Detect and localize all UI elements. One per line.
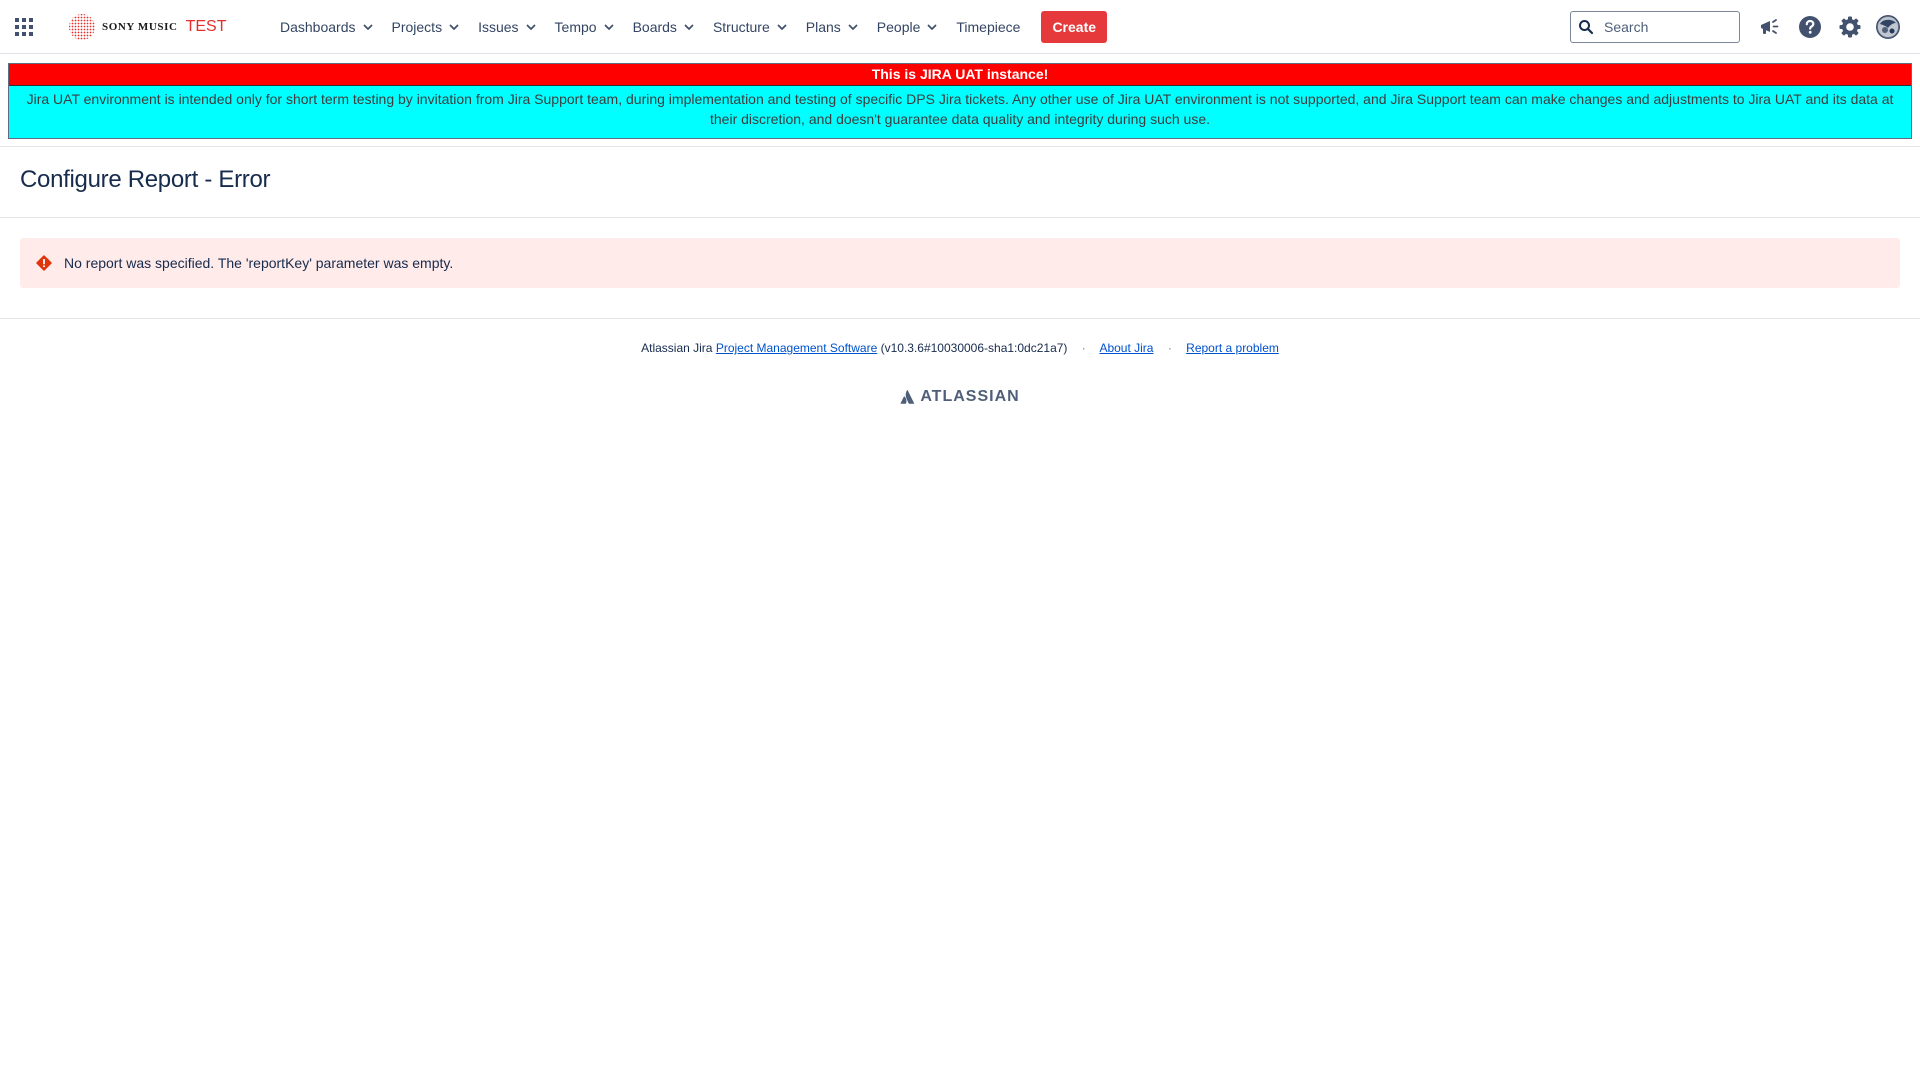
nav-label: Tempo [554, 19, 597, 35]
banner-title: This is JIRA UAT instance! [9, 64, 1911, 86]
nav-label: People [876, 19, 921, 35]
nav-people[interactable]: People [869, 10, 949, 44]
footer: Atlassian Jira Project Management Softwa… [0, 341, 1920, 355]
settings-icon[interactable] [1837, 14, 1863, 40]
about-jira-link[interactable]: About Jira [1099, 341, 1153, 355]
footer-separator: · [1167, 341, 1172, 355]
chevron-down-icon [363, 24, 372, 30]
nav-label: Plans [805, 19, 841, 35]
divider [0, 146, 1920, 147]
nav-issues[interactable]: Issues [470, 10, 546, 44]
nav-label: Projects [391, 19, 443, 35]
logo-text: SONY MUSIC [102, 21, 178, 33]
primary-nav: Dashboards Projects Issues Tempo Boards … [272, 10, 1108, 44]
create-button[interactable]: Create [1041, 11, 1108, 43]
chevron-down-icon [777, 24, 787, 30]
site-logo[interactable]: SONY MUSIC TEST [68, 13, 226, 41]
nav-label: Issues [478, 19, 519, 35]
nav-plans[interactable]: Plans [798, 10, 869, 44]
atlassian-logo-icon [900, 390, 915, 404]
chevron-down-icon [927, 24, 937, 30]
nav-projects[interactable]: Projects [384, 10, 471, 44]
nav-label: Timepiece [956, 19, 1021, 35]
nav-structure[interactable]: Structure [705, 10, 798, 44]
nav-label: Boards [632, 19, 677, 35]
nav-boards[interactable]: Boards [625, 10, 705, 44]
footer-prefix: Atlassian Jira [641, 341, 713, 355]
chevron-down-icon [526, 24, 535, 30]
nav-label: Structure [712, 19, 770, 35]
report-a-problem-link[interactable]: Report a problem [1186, 341, 1279, 355]
avatar-icon [1876, 15, 1900, 39]
nav-label: Dashboards [280, 19, 356, 35]
banner-body: Jira UAT environment is intended only fo… [9, 86, 1911, 138]
nav-timepiece[interactable]: Timepiece [948, 10, 1029, 44]
chevron-down-icon [848, 24, 858, 30]
sony-music-logo-icon [69, 14, 95, 40]
chevron-down-icon [684, 24, 694, 30]
footer-version: (v10.3.6#10030006-sha1:0dc21a7) [880, 341, 1068, 355]
app-switcher-icon[interactable] [12, 14, 36, 40]
uat-announcement-banner: This is JIRA UAT instance! Jira UAT envi… [8, 63, 1912, 139]
atlassian-wordmark: ATLASSIAN [920, 388, 1020, 405]
error-text: No report was specified. The 'reportKey'… [64, 255, 454, 271]
announcement-icon[interactable] [1756, 14, 1782, 40]
user-avatar[interactable] [1876, 15, 1900, 39]
page-title: Configure Report - Error [20, 166, 271, 193]
divider [0, 318, 1920, 319]
error-message: No report was specified. The 'reportKey'… [20, 238, 1900, 288]
chevron-down-icon [449, 24, 459, 30]
chevron-down-icon [604, 24, 613, 30]
footer-separator: · [1081, 341, 1086, 355]
divider [0, 217, 1920, 218]
search-icon [1579, 20, 1594, 35]
search-box[interactable] [1570, 11, 1740, 43]
search-input[interactable] [1602, 18, 1732, 36]
top-navigation-bar: SONY MUSIC TEST Dashboards Projects Issu… [0, 0, 1920, 54]
logo-suffix: TEST [185, 18, 227, 35]
help-icon[interactable] [1797, 14, 1823, 40]
nav-dashboards[interactable]: Dashboards [272, 10, 384, 44]
project-management-software-link[interactable]: Project Management Software [716, 341, 877, 355]
error-icon [36, 255, 52, 271]
nav-tempo[interactable]: Tempo [547, 10, 625, 44]
atlassian-logo[interactable]: ATLASSIAN [0, 388, 1920, 406]
